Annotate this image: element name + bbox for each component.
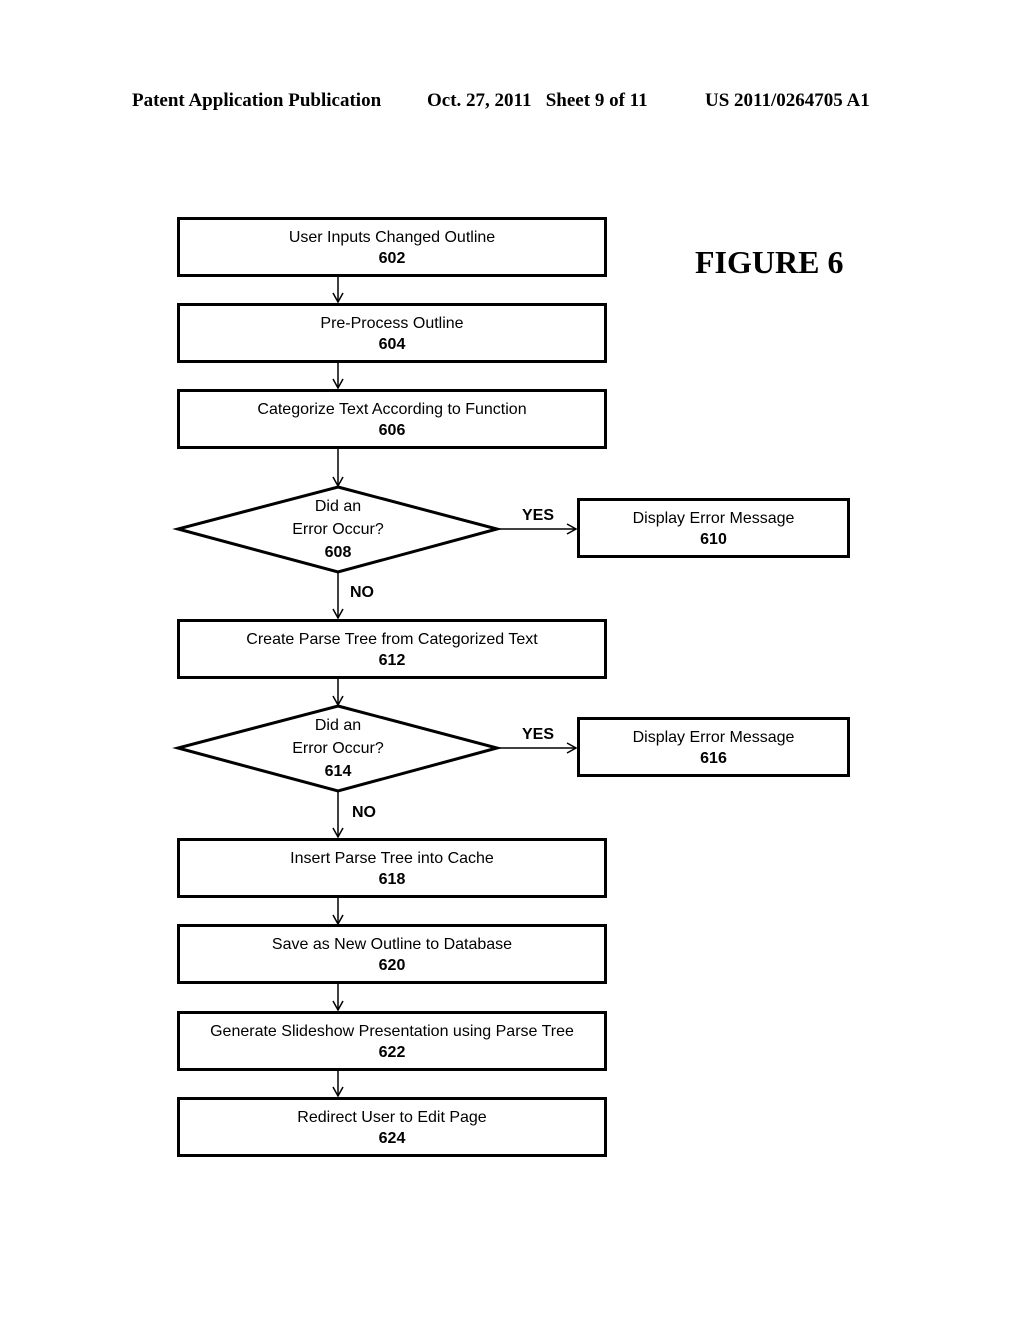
- process-618: Insert Parse Tree into Cache 618: [177, 838, 607, 898]
- process-618-label: Insert Parse Tree into Cache: [290, 850, 494, 867]
- process-624-id: 624: [378, 1130, 406, 1147]
- decision-614-line1: Did an: [314, 717, 362, 734]
- process-616: Display Error Message 616: [577, 717, 850, 777]
- process-602-id: 602: [378, 250, 406, 267]
- process-612: Create Parse Tree from Categorized Text …: [177, 619, 607, 679]
- decision-608: Did an Error Occur? 608: [258, 495, 418, 564]
- edge-label-no-608: NO: [350, 584, 374, 601]
- decision-614-line2: Error Occur?: [292, 740, 384, 757]
- process-604: Pre-Process Outline 604: [177, 303, 607, 363]
- process-622: Generate Slideshow Presentation using Pa…: [177, 1011, 607, 1071]
- process-622-id: 622: [378, 1044, 406, 1061]
- process-606: Categorize Text According to Function 60…: [177, 389, 607, 449]
- edge-label-no-614: NO: [352, 804, 376, 821]
- process-620-id: 620: [378, 957, 406, 974]
- process-624: Redirect User to Edit Page 624: [177, 1097, 607, 1157]
- process-610: Display Error Message 610: [577, 498, 850, 558]
- decision-614-id: 614: [324, 763, 352, 780]
- process-610-label: Display Error Message: [632, 510, 795, 527]
- decision-614: Did an Error Occur? 614: [258, 714, 418, 783]
- decision-608-line1: Did an: [314, 498, 362, 515]
- process-624-label: Redirect User to Edit Page: [297, 1109, 487, 1126]
- process-618-id: 618: [378, 871, 406, 888]
- process-602-label: User Inputs Changed Outline: [288, 229, 496, 246]
- process-604-label: Pre-Process Outline: [320, 315, 464, 332]
- process-612-label: Create Parse Tree from Categorized Text: [246, 631, 538, 648]
- process-620: Save as New Outline to Database 620: [177, 924, 607, 984]
- process-604-id: 604: [378, 336, 406, 353]
- process-620-label: Save as New Outline to Database: [271, 936, 513, 953]
- decision-608-id: 608: [324, 544, 352, 561]
- process-602: User Inputs Changed Outline 602: [177, 217, 607, 277]
- process-622-label: Generate Slideshow Presentation using Pa…: [210, 1023, 574, 1040]
- process-610-id: 610: [700, 531, 727, 548]
- process-606-label: Categorize Text According to Function: [257, 401, 527, 418]
- process-606-id: 606: [378, 422, 406, 439]
- edge-label-yes-614: YES: [522, 726, 555, 743]
- process-612-id: 612: [378, 652, 406, 669]
- edge-label-yes-608: YES: [522, 507, 555, 524]
- process-616-id: 616: [700, 750, 727, 767]
- process-616-label: Display Error Message: [632, 729, 795, 746]
- decision-608-line2: Error Occur?: [292, 521, 384, 538]
